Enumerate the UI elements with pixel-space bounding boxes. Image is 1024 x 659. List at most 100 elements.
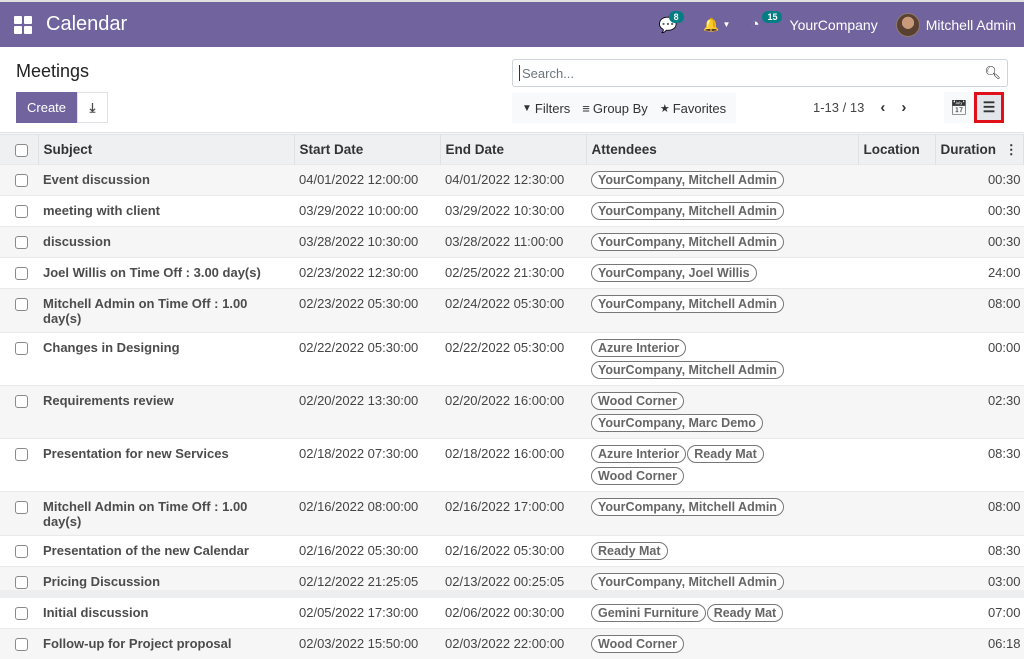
- list-icon: ☰: [983, 99, 996, 116]
- messages-badge: 8: [669, 11, 684, 23]
- messages-button[interactable]: 💬 8: [649, 2, 688, 47]
- column-attendees[interactable]: Attendees: [586, 135, 858, 165]
- location-cell: [858, 196, 935, 227]
- location-cell: [858, 439, 935, 492]
- table-row[interactable]: Joel Willis on Time Off : 3.00 day(s)02/…: [0, 258, 1024, 289]
- export-button[interactable]: ⤓: [77, 92, 108, 123]
- row-checkbox[interactable]: [0, 333, 38, 386]
- table-row[interactable]: Requirements review02/20/2022 13:30:0002…: [0, 386, 1024, 439]
- table-row[interactable]: Presentation of the new Calendar02/16/20…: [0, 536, 1024, 567]
- column-duration[interactable]: Duration⋮: [935, 135, 1024, 165]
- row-checkbox[interactable]: [0, 439, 38, 492]
- attendees-cell: YourCompany, Mitchell Admin: [586, 289, 858, 333]
- app-title[interactable]: Calendar: [46, 13, 127, 36]
- meetings-table: Subject Start Date End Date Attendees Lo…: [0, 134, 1024, 659]
- attendee-tag: Wood Corner: [591, 467, 684, 485]
- start-date-cell: 02/20/2022 13:30:00: [294, 386, 440, 439]
- start-date-cell: 03/28/2022 10:30:00: [294, 227, 440, 258]
- table-row[interactable]: Follow-up for Project proposal02/03/2022…: [0, 629, 1024, 659]
- search-input[interactable]: [519, 65, 984, 81]
- create-button[interactable]: Create: [16, 92, 77, 123]
- table-row[interactable]: discussion03/28/2022 10:30:0003/28/2022 …: [0, 227, 1024, 258]
- column-subject[interactable]: Subject: [38, 135, 294, 165]
- subject-cell: Joel Willis on Time Off : 3.00 day(s): [38, 258, 294, 289]
- attendees-cell: Azure InteriorReady MatWood Corner: [586, 439, 858, 492]
- pager-value[interactable]: 1-13 / 13: [813, 100, 864, 115]
- group-by-button[interactable]: ≡Group By: [576, 101, 654, 116]
- attendee-tag: YourCompany, Mitchell Admin: [591, 498, 784, 516]
- attendee-tag: YourCompany, Mitchell Admin: [591, 171, 784, 189]
- star-icon: ★: [660, 102, 670, 115]
- attendees-cell: Wood Corner: [586, 629, 858, 659]
- duration-cell: 06:18: [935, 629, 1024, 659]
- column-end-date[interactable]: End Date: [440, 135, 586, 165]
- favorites-button[interactable]: ★Favorites: [654, 101, 732, 116]
- row-checkbox[interactable]: [0, 227, 38, 258]
- user-menu[interactable]: Mitchell Admin: [896, 13, 1024, 37]
- row-checkbox[interactable]: [0, 289, 38, 333]
- search-options: ▼Filters ≡Group By ★Favorites: [512, 93, 736, 123]
- calendar-view-button[interactable]: 📅︎: [944, 92, 974, 123]
- apps-menu-icon[interactable]: [14, 16, 32, 34]
- location-cell: [858, 492, 935, 536]
- row-checkbox[interactable]: [0, 258, 38, 289]
- breadcrumb: Meetings: [16, 61, 89, 82]
- table-row[interactable]: Initial discussion02/05/2022 17:30:0002/…: [0, 598, 1024, 629]
- search-bar: 🔍︎: [512, 59, 1008, 87]
- column-start-date[interactable]: Start Date: [294, 135, 440, 165]
- location-cell: [858, 598, 935, 629]
- end-date-cell: 04/01/2022 12:30:00: [440, 165, 586, 196]
- start-date-cell: 02/16/2022 05:30:00: [294, 536, 440, 567]
- calendar-icon: 📅︎: [950, 99, 968, 116]
- row-checkbox[interactable]: [0, 598, 38, 629]
- table-row[interactable]: Changes in Designing02/22/2022 05:30:000…: [0, 333, 1024, 386]
- user-name: Mitchell Admin: [926, 17, 1016, 33]
- activities-button[interactable]: ◔ 15: [740, 2, 769, 47]
- table-row[interactable]: Event discussion04/01/2022 12:00:0004/01…: [0, 165, 1024, 196]
- filter-icon: ▼: [522, 103, 532, 114]
- duration-cell: 02:30: [935, 386, 1024, 439]
- table-row[interactable]: Presentation for new Services02/18/2022 …: [0, 439, 1024, 492]
- end-date-cell: 02/18/2022 16:00:00: [440, 439, 586, 492]
- start-date-cell: 02/23/2022 12:30:00: [294, 258, 440, 289]
- start-date-cell: 02/18/2022 07:30:00: [294, 439, 440, 492]
- attendees-cell: YourCompany, Mitchell Admin: [586, 165, 858, 196]
- optional-columns-icon[interactable]: ⋮: [1005, 142, 1019, 158]
- activities-badge: 15: [762, 11, 782, 23]
- attendee-tag: Azure Interior: [591, 445, 686, 463]
- attendee-tag: Wood Corner: [591, 635, 684, 653]
- table-row[interactable]: Mitchell Admin on Time Off : 1.00 day(s)…: [0, 492, 1024, 536]
- view-switcher: 📅︎ ☰: [944, 92, 1004, 123]
- attendee-tag: Wood Corner: [591, 392, 684, 410]
- subject-cell: Mitchell Admin on Time Off : 1.00 day(s): [38, 289, 294, 333]
- column-location[interactable]: Location: [858, 135, 935, 165]
- row-checkbox[interactable]: [0, 536, 38, 567]
- pager-previous-button[interactable]: ‹: [880, 99, 885, 116]
- subject-cell: Changes in Designing: [38, 333, 294, 386]
- end-date-cell: 02/16/2022 17:00:00: [440, 492, 586, 536]
- attendee-tag: YourCompany, Mitchell Admin: [591, 295, 784, 313]
- company-switcher[interactable]: YourCompany: [770, 17, 896, 33]
- table-row[interactable]: Mitchell Admin on Time Off : 1.00 day(s)…: [0, 289, 1024, 333]
- attendee-tag: Ready Mat: [591, 542, 668, 560]
- row-checkbox[interactable]: [0, 386, 38, 439]
- attendees-cell: Gemini FurnitureReady Mat: [586, 598, 858, 629]
- attendees-cell: YourCompany, Mitchell Admin: [586, 227, 858, 258]
- attendee-tag: YourCompany, Marc Demo: [591, 414, 763, 432]
- row-checkbox[interactable]: [0, 196, 38, 227]
- table-row[interactable]: meeting with client03/29/2022 10:00:0003…: [0, 196, 1024, 227]
- end-date-cell: 03/28/2022 11:00:00: [440, 227, 586, 258]
- row-checkbox[interactable]: [0, 492, 38, 536]
- filters-button[interactable]: ▼Filters: [516, 101, 576, 116]
- attendees-cell: Ready Mat: [586, 536, 858, 567]
- row-checkbox[interactable]: [0, 165, 38, 196]
- list-view-button[interactable]: ☰: [974, 92, 1004, 123]
- download-icon: ⤓: [90, 100, 96, 116]
- select-all-checkbox[interactable]: [0, 135, 38, 165]
- subject-cell: discussion: [38, 227, 294, 258]
- row-checkbox[interactable]: [0, 629, 38, 659]
- search-icon[interactable]: 🔍︎: [984, 65, 1001, 81]
- pager-next-button[interactable]: ›: [901, 99, 906, 116]
- notifications-button[interactable]: 🔔 ▼: [693, 2, 740, 47]
- attendee-tag: YourCompany, Mitchell Admin: [591, 573, 784, 591]
